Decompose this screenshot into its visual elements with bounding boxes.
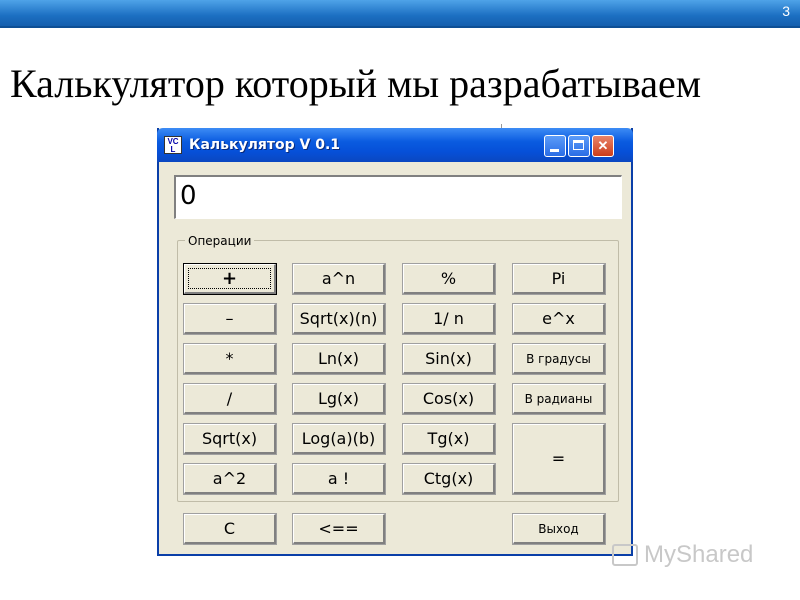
percent-button[interactable]: % [402,263,496,295]
maximize-button[interactable] [568,135,590,157]
maximize-icon [573,140,584,150]
equals-button[interactable]: = [512,423,606,495]
calculator-display[interactable]: 0 [174,175,622,219]
plus-button[interactable]: + [183,263,277,295]
minimize-icon [550,149,559,152]
slide-number: 3 [782,3,790,19]
minimize-button[interactable] [544,135,566,157]
to-degrees-button[interactable]: В градусы [512,343,606,375]
nth-root-button[interactable]: Sqrt(x)(n) [292,303,386,335]
window-titlebar[interactable]: VC L Калькулятор V 0.1 ✕ [157,128,633,162]
cos-button[interactable]: Cos(x) [402,383,496,415]
sqrt-button[interactable]: Sqrt(x) [183,423,277,455]
lg-button[interactable]: Lg(x) [292,383,386,415]
multiply-button[interactable]: * [183,343,277,375]
ln-button[interactable]: Ln(x) [292,343,386,375]
watermark: MyShared [612,540,782,570]
log-button[interactable]: Log(a)(b) [292,423,386,455]
factorial-button[interactable]: a ! [292,463,386,495]
power-button[interactable]: a^n [292,263,386,295]
square-button[interactable]: a^2 [183,463,277,495]
pi-button[interactable]: Pi [512,263,606,295]
divide-button[interactable]: / [183,383,277,415]
minus-button[interactable]: – [183,303,277,335]
slide-header-bar: 3 [0,0,800,28]
reciprocal-button[interactable]: 1/ n [402,303,496,335]
exp-button[interactable]: e^x [512,303,606,335]
operations-group-label: Операции [185,234,255,248]
exit-button[interactable]: Выход [512,513,606,545]
tg-button[interactable]: Tg(x) [402,423,496,455]
presentation-icon [612,544,638,566]
to-radians-button[interactable]: В радианы [512,383,606,415]
clear-button[interactable]: C [183,513,277,545]
close-button[interactable]: ✕ [592,135,614,157]
calculator-window: VC L Калькулятор V 0.1 ✕ 0 Операции + – … [157,128,633,556]
app-icon[interactable]: VC L [164,136,182,154]
watermark-text: MyShared [644,541,754,568]
backspace-button[interactable]: <== [292,513,386,545]
sin-button[interactable]: Sin(x) [402,343,496,375]
slide-title: Калькулятор который мы разрабатываем [10,61,702,106]
window-title: Калькулятор V 0.1 [189,137,341,153]
close-icon: ✕ [597,138,609,153]
ctg-button[interactable]: Ctg(x) [402,463,496,495]
